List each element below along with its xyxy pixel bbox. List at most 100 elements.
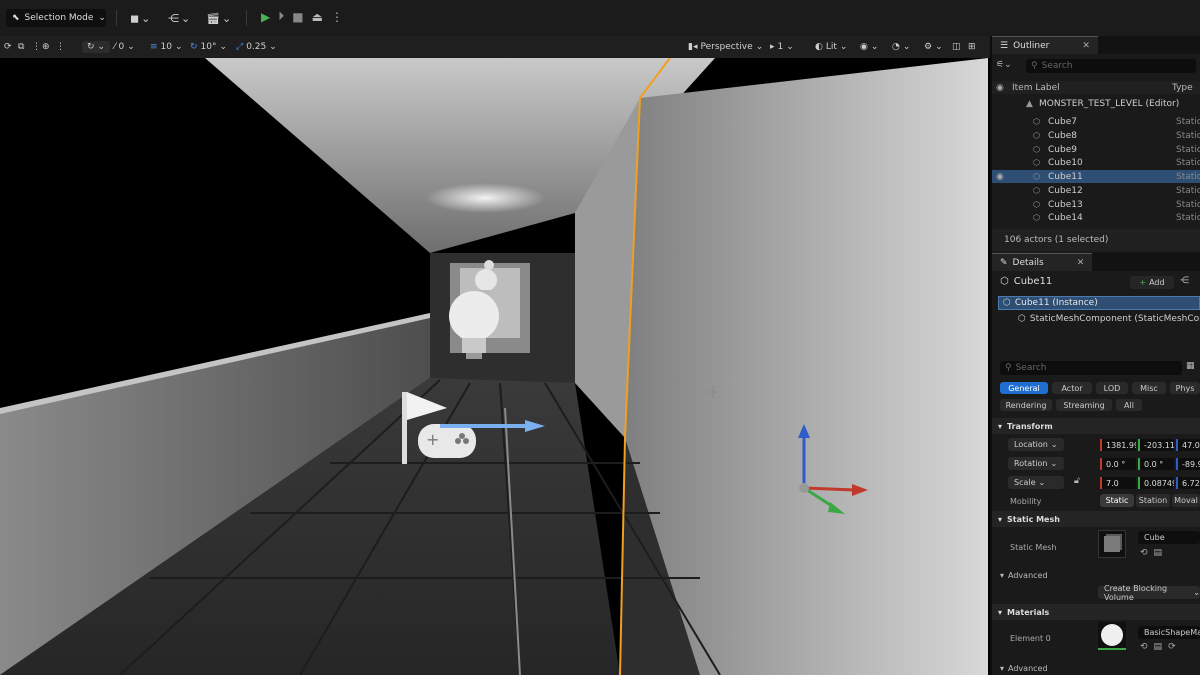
static-mesh-picker[interactable]: Cube: [1138, 531, 1200, 544]
browse-folder-icon[interactable]: ▤: [1154, 548, 1163, 558]
add-component-button[interactable]: + Add: [1130, 276, 1174, 289]
filter-all[interactable]: All: [1116, 399, 1142, 411]
details-search-input[interactable]: ⚲ Search: [1000, 361, 1182, 375]
maximize-icon[interactable]: ⧉: [18, 40, 24, 54]
play-icon[interactable]: ▶: [261, 10, 270, 24]
rotation-dropdown[interactable]: Rotation ⌄: [1008, 457, 1064, 470]
blueprint-icon[interactable]: ⋲: [1180, 276, 1189, 286]
close-icon[interactable]: ✕: [1082, 41, 1090, 51]
create-blocking-volume-dropdown[interactable]: Create Blocking Volume ⌄: [1098, 584, 1200, 602]
outliner-row[interactable]: ⬡ Cube7 Static: [992, 115, 1200, 128]
filter-lod[interactable]: LOD: [1096, 382, 1128, 394]
grid-layout-icon[interactable]: ⊞: [968, 40, 976, 54]
rotation-x-field[interactable]: 0.0 °: [1102, 458, 1136, 470]
camera-icon: ▮◂: [688, 42, 698, 52]
scale-x-field[interactable]: 7.0: [1102, 477, 1136, 489]
browse-folder-icon[interactable]: ▤: [1154, 642, 1163, 652]
location-dropdown[interactable]: Location ⌄: [1008, 438, 1064, 451]
right-wall[interactable]: [620, 58, 988, 675]
col-type[interactable]: Type: [1172, 83, 1193, 93]
location-x-field[interactable]: 1381.99: [1102, 439, 1136, 451]
mobility-movable[interactable]: Moval: [1172, 494, 1200, 507]
filter-physics[interactable]: Phys: [1170, 382, 1200, 394]
camera-speed-value: 1: [777, 42, 784, 52]
outliner-row[interactable]: ⬡ Cube8 Static: [992, 129, 1200, 142]
camera-speed-button[interactable]: ▸ 1 ⌄: [770, 40, 794, 54]
view-mode-dropdown[interactable]: ▮◂ Perspective ⌄: [688, 40, 763, 54]
cinematics-button[interactable]: 🎬︎ ⌄: [206, 10, 231, 26]
chevron-down-icon: ⌄: [755, 42, 764, 52]
filter-streaming[interactable]: Streaming: [1056, 399, 1112, 411]
materials-section-header[interactable]: ▾ Materials: [992, 604, 1200, 620]
view-options-icon[interactable]: ▦: [1186, 361, 1195, 371]
outliner-row[interactable]: ⬡ Cube13 Static: [992, 198, 1200, 211]
layout-icon[interactable]: ◫: [952, 40, 961, 54]
outliner-row-selected[interactable]: ◉ ⬡ Cube11 Static: [992, 170, 1200, 183]
show-flags-button[interactable]: ◉ ⌄: [860, 40, 878, 54]
rotation-snap-button[interactable]: ↻ 10° ⌄: [190, 40, 227, 54]
outliner-row[interactable]: ⬡ Cube14 Static: [992, 211, 1200, 224]
settings-button[interactable]: ⚙ ⌄: [924, 40, 943, 54]
outliner-row[interactable]: ⬡ Cube9 Static: [992, 143, 1200, 156]
rotation-y-field[interactable]: 0.0 °: [1140, 458, 1174, 470]
static-mesh-section-header[interactable]: ▾ Static Mesh: [992, 511, 1200, 527]
advanced-toggle[interactable]: ▾ Advanced: [1000, 571, 1048, 580]
rotation-z-field[interactable]: -89.99: [1178, 458, 1200, 470]
location-z-field[interactable]: 47.040: [1178, 439, 1200, 451]
blueprint-button[interactable]: ⋲ ⌄: [168, 10, 190, 26]
tab-outliner[interactable]: ☰ Outliner ✕: [992, 36, 1098, 54]
filter-misc[interactable]: Misc: [1132, 382, 1166, 394]
world-space-icon[interactable]: ⊕: [42, 40, 50, 54]
tab-details[interactable]: ✎ Details ✕: [992, 253, 1093, 271]
outliner-search-input[interactable]: ⚲ Search: [1026, 59, 1196, 73]
lit-mode-dropdown[interactable]: ◐ Lit ⌄: [815, 40, 847, 54]
level-row[interactable]: ▲ MONSTER_TEST_LEVEL (Editor): [992, 97, 1200, 110]
col-item-label[interactable]: Item Label: [1012, 83, 1060, 93]
filter-icon[interactable]: ⚟⌄: [996, 60, 1012, 70]
level-viewport[interactable]: +: [0, 58, 990, 675]
grid-snap-value: 0: [118, 42, 125, 52]
more-options-icon[interactable]: ⋮: [56, 40, 65, 54]
stop-icon[interactable]: ■: [292, 10, 303, 24]
filter-rendering[interactable]: Rendering: [1000, 399, 1052, 411]
eject-icon[interactable]: ⏏︎: [312, 10, 323, 24]
right-panel: ☰ Outliner ✕ ⚟⌄ ⚲ Search ◉ Item Label Ty…: [990, 36, 1200, 675]
scene-render: +: [0, 58, 990, 675]
grid-snap-button[interactable]: ⁄ 0 ⌄: [114, 40, 135, 54]
scale-z-field[interactable]: 6.722: [1178, 477, 1200, 489]
component-row[interactable]: ⬡ StaticMeshComponent (StaticMeshCompo: [1018, 314, 1200, 324]
use-selected-icon[interactable]: ⟲: [1140, 548, 1148, 558]
move-snap-button[interactable]: ≡ 10 ⌄: [150, 40, 183, 54]
mesh-thumbnail[interactable]: [1098, 530, 1126, 558]
material-picker[interactable]: BasicShapeMat: [1138, 626, 1200, 639]
eye-icon[interactable]: ◉: [996, 172, 1004, 182]
mobility-static[interactable]: Static: [1100, 494, 1134, 507]
reset-icon[interactable]: ⟳: [1168, 642, 1176, 652]
material-thumbnail[interactable]: [1098, 622, 1126, 650]
component-instance-row[interactable]: ⬡ Cube11 (Instance): [998, 296, 1200, 310]
mobility-stationary[interactable]: Station: [1136, 494, 1170, 507]
step-icon[interactable]: ⏵︎: [278, 9, 284, 24]
scale-y-field[interactable]: 0.08749: [1140, 477, 1174, 489]
viewport-options-icon[interactable]: ⟳: [4, 40, 12, 54]
performance-button[interactable]: ◔ ⌄: [892, 40, 910, 54]
outliner-row[interactable]: ⬡ Cube12 Static: [992, 184, 1200, 197]
lock-icon[interactable]: 🔓︎: [1074, 476, 1080, 486]
selection-mode-dropdown[interactable]: ⬉ Selection Mode ⌄: [6, 9, 106, 27]
surface-snap-button[interactable]: ↻ ⌄: [82, 40, 111, 54]
transform-section-header[interactable]: ▾ Transform: [992, 418, 1200, 434]
more-options-icon[interactable]: ⋮: [32, 40, 41, 54]
outliner-row[interactable]: ⬡ Cube10 Static: [992, 156, 1200, 169]
scale-snap-button[interactable]: ⤢ 0.25 ⌄: [236, 40, 277, 54]
advanced-toggle[interactable]: ▾ Advanced: [1000, 664, 1048, 673]
add-content-button[interactable]: ◼ ⌄: [130, 10, 150, 26]
location-y-field[interactable]: -203.11: [1140, 439, 1174, 451]
more-options-icon[interactable]: ⋮: [331, 10, 343, 24]
filter-general[interactable]: General: [1000, 382, 1048, 394]
scale-dropdown[interactable]: Scale ⌄: [1008, 476, 1064, 489]
use-selected-icon[interactable]: ⟲: [1140, 642, 1148, 652]
close-icon[interactable]: ✕: [1077, 258, 1085, 268]
filter-actor[interactable]: Actor: [1052, 382, 1092, 394]
level-label: MONSTER_TEST_LEVEL (Editor): [1039, 98, 1180, 109]
point-light-icon[interactable]: [484, 260, 494, 270]
